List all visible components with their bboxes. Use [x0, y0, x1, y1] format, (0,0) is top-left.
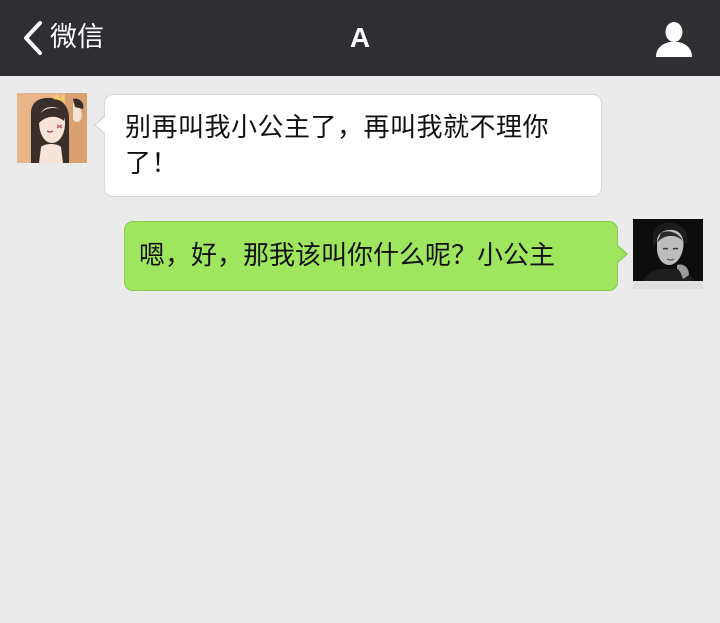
back-button[interactable]: 微信: [22, 18, 104, 58]
message-text: 嗯，好，那我该叫你什么呢？小公主: [139, 241, 556, 271]
navigation-bar: 微信 A: [0, 0, 720, 76]
chat-message-list[interactable]: 别再叫我小公主了，再叫我就不理你了！ 嗯，好，那我该叫你什么呢？小公主: [0, 76, 720, 623]
outgoing-message-bubble[interactable]: 嗯，好，那我该叫你什么呢？小公主: [124, 221, 628, 291]
back-label: 微信: [50, 22, 104, 53]
chat-title: A: [349, 22, 371, 53]
person-icon: [654, 22, 694, 63]
chat-info-button[interactable]: [654, 19, 694, 59]
message-text: 别再叫我小公主了，再叫我就不理你了！: [125, 113, 550, 179]
contact-avatar[interactable]: [17, 93, 87, 163]
chevron-left-icon: [22, 20, 44, 56]
incoming-message-bubble[interactable]: 别再叫我小公主了，再叫我就不理你了！: [94, 94, 602, 197]
my-avatar[interactable]: [633, 219, 703, 289]
